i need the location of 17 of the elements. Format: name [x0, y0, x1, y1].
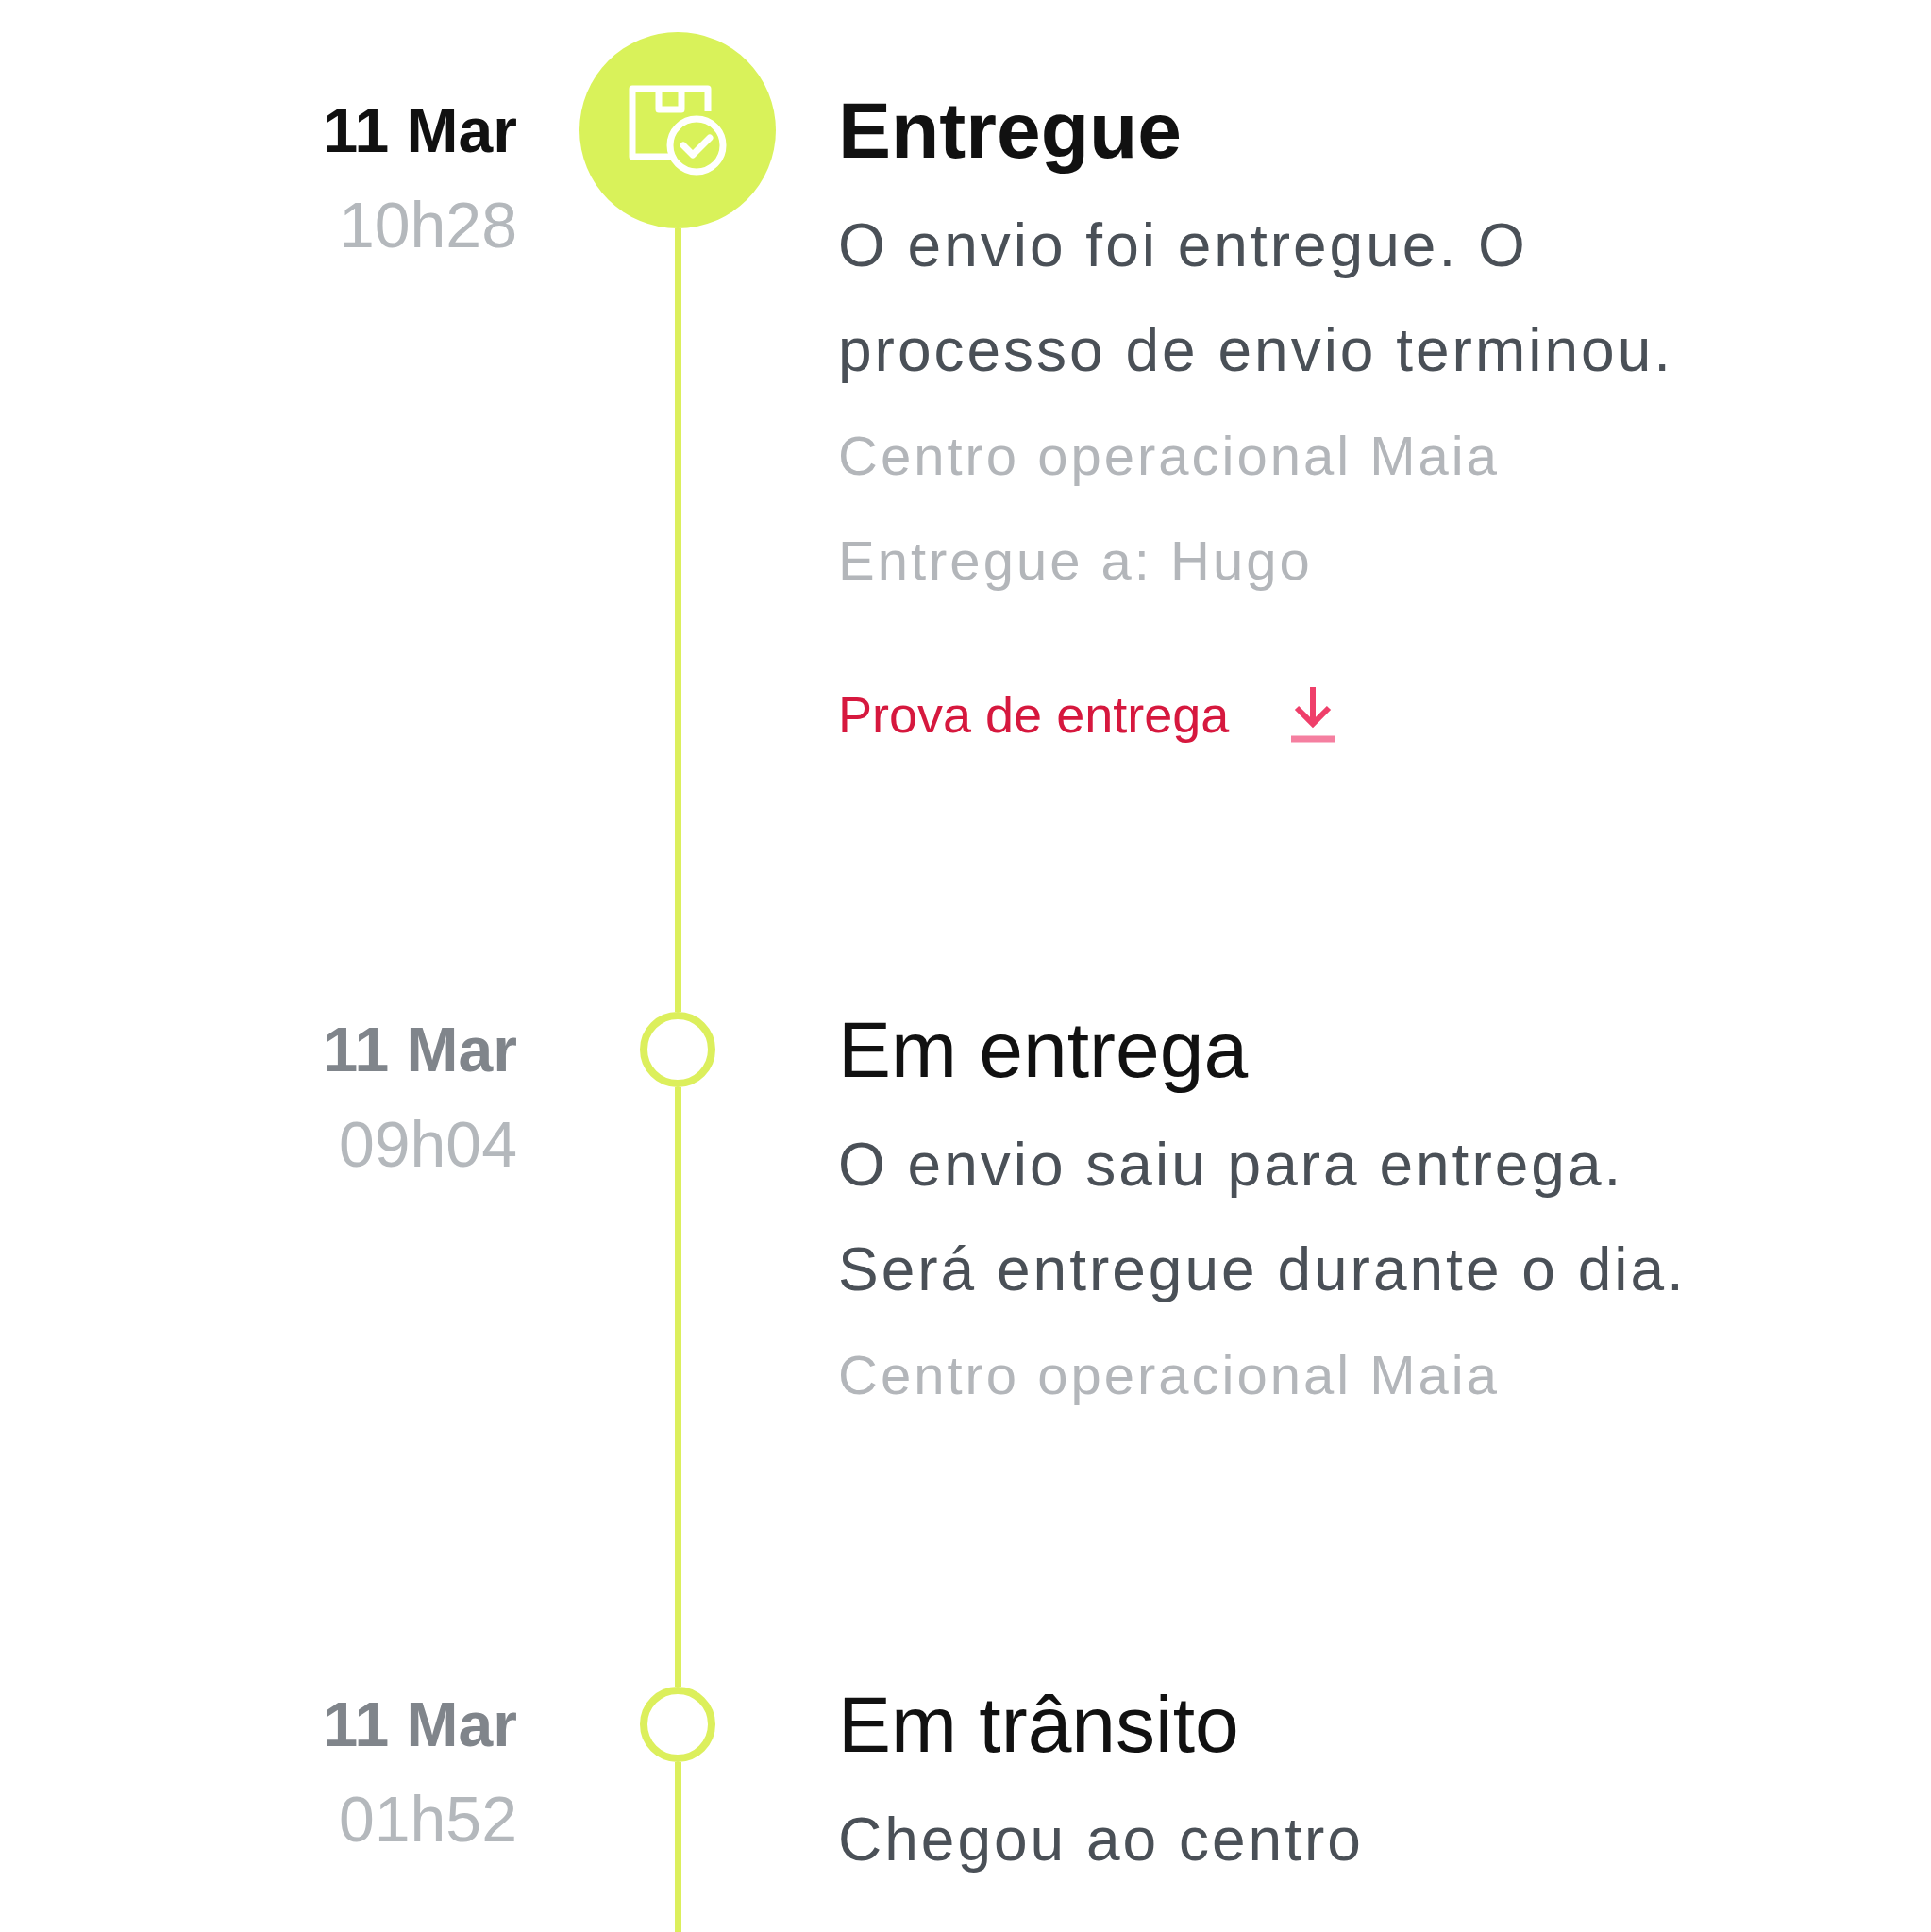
event-title: Em trânsito	[838, 1679, 1240, 1771]
event-time: 01h52	[338, 1782, 517, 1856]
event-time: 09h04	[338, 1107, 517, 1182]
event-time: 10h28	[338, 188, 517, 262]
event-description: Chegou ao centro	[838, 1805, 1365, 1875]
event-description: O envio saiu para entrega. Será entregue durante o dia.	[838, 1130, 1688, 1305]
event-detail: Centro operacional Maia	[838, 424, 1501, 488]
event-description: O envio foi entregue. O processo de envio terminou.	[838, 210, 1674, 386]
event-detail: Entregue a: Hugo	[838, 529, 1314, 593]
event-date: 11 Mar	[323, 1014, 517, 1086]
event-detail: Centro operacional Maia	[838, 1343, 1501, 1407]
event-date: 11 Mar	[323, 94, 517, 167]
event-title: Entregue	[838, 85, 1184, 176]
event-title: Em entrega	[838, 1004, 1250, 1096]
proof-link[interactable]: Prova de entrega	[838, 677, 1337, 752]
event-date: 11 Mar	[323, 1688, 517, 1761]
download-icon	[1289, 685, 1337, 744]
